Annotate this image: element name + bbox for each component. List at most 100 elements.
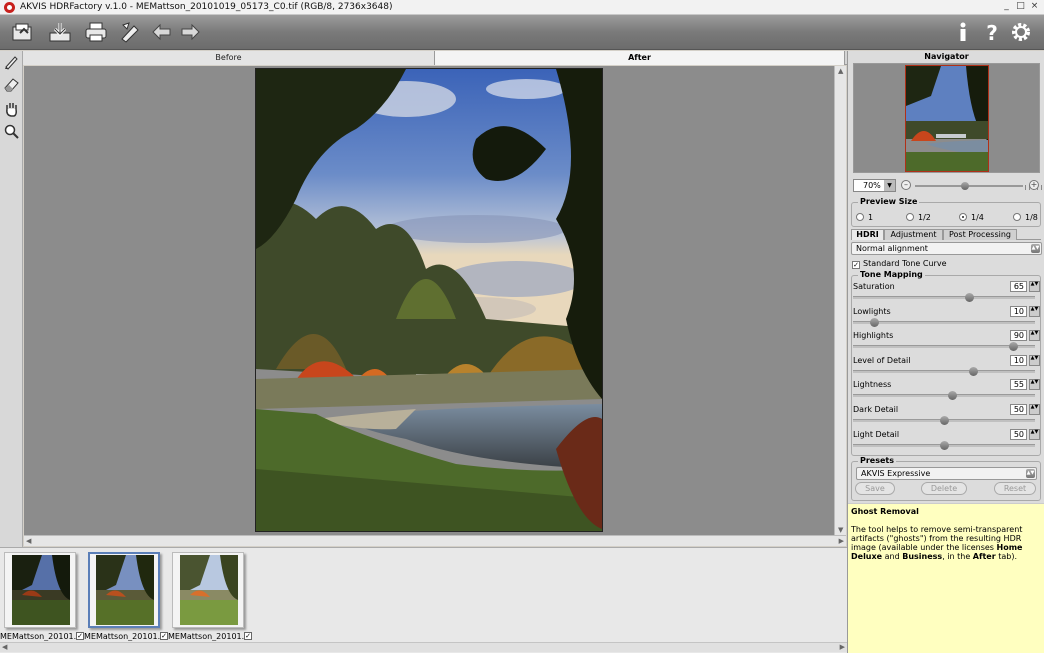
tab-before[interactable]: Before	[23, 51, 435, 65]
minimize-button[interactable]: _	[1001, 1, 1012, 12]
source-thumbnail[interactable]: MEMattson_20101... ✓	[168, 552, 252, 641]
radio-label: 1/8	[1025, 213, 1038, 222]
include-checkbox[interactable]: ✓	[244, 632, 252, 640]
undo-icon[interactable]	[150, 21, 174, 43]
zoom-out-button[interactable]: –	[901, 180, 911, 190]
image-canvas[interactable]	[24, 66, 834, 535]
save-icon[interactable]	[48, 21, 72, 43]
help-text-part: , in the	[942, 552, 973, 561]
preview-size-1-2-radio[interactable]: 1/2	[906, 213, 931, 222]
param-slider[interactable]	[853, 394, 1035, 398]
source-thumbnail[interactable]: MEMattson_20101... ✓	[0, 552, 84, 641]
alignment-select[interactable]: Normal alignment ▲▼	[851, 242, 1042, 255]
info-icon[interactable]	[951, 21, 975, 43]
param-value-input[interactable]: 50	[1010, 404, 1027, 415]
redo-icon[interactable]	[178, 21, 202, 43]
thumbnail-caption: MEMattson_20101...	[0, 632, 76, 641]
source-thumbnail-selected[interactable]: MEMattson_20101... ✓	[84, 552, 168, 641]
param-value-input[interactable]: 55	[1010, 379, 1027, 391]
filmstrip-scrollbar[interactable]: ◀ ▶	[0, 642, 847, 652]
presets-title: Presets	[858, 456, 897, 465]
title-bar: AKVIS HDRFactory v.1.0 - MEMattson_20101…	[0, 0, 1044, 15]
standard-tone-curve-checkbox[interactable]: ✓ Standard Tone Curve	[852, 259, 947, 269]
param-value-input[interactable]: 90	[1010, 330, 1027, 342]
zoom-value: 70%	[863, 181, 881, 190]
help-text-bold: Business	[902, 552, 943, 561]
radio-label: 1/4	[971, 213, 984, 222]
scroll-right-icon[interactable]: ▶	[840, 643, 845, 651]
maximize-button[interactable]: □	[1015, 1, 1026, 12]
tab-adjustment[interactable]: Adjustment	[884, 229, 943, 240]
spinner-icon[interactable]: ▲▼	[1029, 428, 1040, 440]
reset-preset-button[interactable]: Reset	[994, 482, 1036, 495]
zoom-in-button[interactable]: +	[1029, 180, 1039, 190]
spinner-icon[interactable]: ▲▼	[1029, 354, 1040, 366]
preview-size-1-radio[interactable]: 1	[856, 213, 873, 222]
zoom-tool-icon[interactable]	[3, 123, 20, 140]
param-value-input[interactable]: 10	[1010, 305, 1027, 317]
param-value-input[interactable]: 10	[1010, 354, 1027, 366]
help-icon[interactable]: ?	[980, 21, 1004, 45]
zoom-slider[interactable]	[915, 182, 1044, 190]
scroll-up-icon[interactable]: ▲	[838, 67, 843, 75]
hand-tool-icon[interactable]	[3, 100, 20, 117]
canvas-horizontal-scrollbar[interactable]: ◀ ▶	[24, 535, 846, 546]
eraser-tool-icon[interactable]	[3, 76, 20, 93]
param-slider-handle[interactable]	[1008, 342, 1018, 352]
spinner-icon[interactable]: ▲▼	[1029, 379, 1040, 391]
param-lightness: Lightness 55 ▲▼	[853, 379, 1041, 403]
zoom-slider-handle[interactable]	[961, 182, 969, 190]
param-slider[interactable]	[853, 345, 1035, 349]
include-checkbox[interactable]: ✓	[160, 632, 168, 640]
presets-select[interactable]: AKVIS Expressive ▲▼	[856, 467, 1037, 480]
param-slider-handle[interactable]	[968, 366, 978, 376]
scroll-right-icon[interactable]: ▶	[839, 537, 844, 545]
spinner-icon[interactable]: ▲▼	[1029, 330, 1040, 342]
presets-value: AKVIS Expressive	[861, 469, 931, 478]
param-slider-handle[interactable]	[939, 416, 949, 425]
checkbox-checked-icon: ✓	[852, 261, 860, 269]
tab-after[interactable]: After	[435, 51, 845, 65]
param-slider-handle[interactable]	[948, 391, 958, 401]
scroll-left-icon[interactable]: ◀	[2, 643, 7, 651]
param-slider-handle[interactable]	[939, 440, 949, 450]
navigator-viewport[interactable]	[905, 65, 989, 172]
alignment-value: Normal alignment	[856, 244, 928, 253]
brush-icon[interactable]	[119, 21, 143, 43]
save-preset-button[interactable]: Save	[855, 482, 895, 495]
param-slider[interactable]	[853, 296, 1035, 299]
close-button[interactable]: ×	[1029, 1, 1040, 12]
zoom-select[interactable]: 70% ▼	[853, 179, 896, 192]
radio-selected-icon	[959, 213, 967, 221]
scroll-left-icon[interactable]: ◀	[26, 537, 31, 545]
param-value-input[interactable]: 65	[1010, 281, 1027, 292]
spinner-icon[interactable]: ▲▼	[1029, 404, 1040, 415]
param-slider-handle[interactable]	[870, 317, 880, 327]
navigator-preview[interactable]	[853, 63, 1040, 173]
window-controls: _ □ ×	[1001, 1, 1040, 12]
param-value-input[interactable]: 50	[1010, 428, 1027, 440]
chevron-down-icon: ▲▼	[1031, 244, 1040, 253]
tab-post-processing[interactable]: Post Processing	[943, 229, 1017, 240]
brush-tool-icon[interactable]	[3, 53, 20, 70]
canvas-vertical-scrollbar[interactable]: ▲ ▼	[834, 66, 846, 535]
scroll-down-icon[interactable]: ▼	[838, 526, 843, 534]
param-label: Lowlights	[853, 306, 891, 316]
tab-hdri[interactable]: HDRI	[851, 229, 884, 240]
main-toolbar: ?	[0, 15, 1044, 50]
spinner-icon[interactable]: ▲▼	[1029, 281, 1040, 292]
spinner-icon[interactable]: ▲▼	[1029, 305, 1040, 317]
param-slider[interactable]	[853, 320, 1035, 324]
param-dark-detail: Dark Detail 50 ▲▼	[853, 404, 1041, 428]
help-panel: Ghost Removal The tool helps to remove s…	[848, 503, 1044, 653]
include-checkbox[interactable]: ✓	[76, 632, 84, 640]
preview-size-1-4-radio[interactable]: 1/4	[959, 213, 984, 222]
delete-preset-button[interactable]: Delete	[921, 482, 967, 495]
settings-icon[interactable]	[1009, 21, 1033, 43]
param-slider-handle[interactable]	[965, 293, 975, 302]
param-slider[interactable]	[853, 369, 1035, 373]
preview-size-1-8-radio[interactable]: 1/8	[1013, 213, 1038, 222]
open-icon[interactable]	[11, 21, 35, 43]
param-label: Light Detail	[853, 429, 900, 439]
print-icon[interactable]	[84, 21, 108, 43]
